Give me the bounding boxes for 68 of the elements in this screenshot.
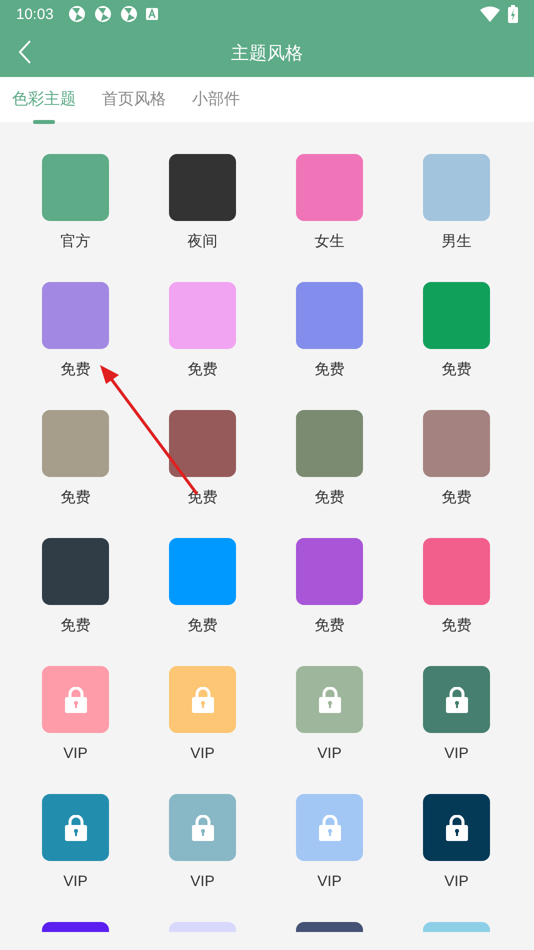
theme-label: 免费: [442, 489, 472, 507]
color-swatch[interactable]: [423, 794, 490, 861]
color-swatch[interactable]: [296, 794, 363, 861]
theme-label: 免费: [314, 617, 344, 635]
color-swatch[interactable]: [42, 410, 109, 477]
lock-icon: [190, 686, 214, 712]
color-swatch[interactable]: [296, 666, 363, 733]
color-swatch[interactable]: [42, 154, 109, 221]
color-swatch[interactable]: [169, 282, 236, 349]
tab[interactable]: 首页风格: [102, 83, 166, 116]
theme-label: VIP: [63, 873, 88, 891]
theme-label: VIP: [444, 873, 469, 891]
color-swatch[interactable]: [169, 666, 236, 733]
color-swatch[interactable]: [423, 282, 490, 349]
aperture-icon: [68, 5, 86, 23]
theme-label: 免费: [60, 361, 90, 379]
color-swatch[interactable]: [42, 538, 109, 605]
aperture-icon: [120, 5, 138, 23]
theme-label: 免费: [314, 489, 344, 507]
aperture-icon: [94, 5, 112, 23]
lock-icon: [444, 686, 468, 712]
lock-icon: [444, 814, 468, 840]
theme-label: 免费: [60, 489, 90, 507]
lock-icon: [64, 686, 88, 712]
color-swatch[interactable]: [169, 794, 236, 861]
color-swatch[interactable]: [423, 154, 490, 221]
color-swatch[interactable]: [296, 282, 363, 349]
color-swatch[interactable]: [169, 410, 236, 477]
color-swatch[interactable]: [423, 666, 490, 733]
lock-icon: [190, 814, 214, 840]
tab[interactable]: 小部件: [192, 83, 240, 116]
color-swatch[interactable]: [423, 538, 490, 605]
color-swatch[interactable]: [423, 410, 490, 477]
lock-icon: [64, 814, 88, 840]
theme-label: 免费: [314, 361, 344, 379]
color-swatch[interactable]: [42, 282, 109, 349]
theme-label: 女生: [314, 233, 344, 251]
color-swatch[interactable]: [42, 666, 109, 733]
tab[interactable]: 色彩主题: [12, 83, 76, 116]
theme-label: VIP: [63, 745, 88, 763]
lock-icon: [318, 814, 342, 840]
theme-label: 男生: [442, 233, 472, 251]
back-icon[interactable]: [18, 40, 32, 64]
battery-icon: [508, 5, 518, 23]
tab-indicator: [33, 120, 55, 124]
theme-label: VIP: [190, 873, 215, 891]
wifi-icon: [480, 6, 500, 22]
theme-label: VIP: [317, 745, 342, 763]
theme-label: 免费: [188, 617, 218, 635]
color-swatch[interactable]: [169, 154, 236, 221]
theme-label: 免费: [188, 361, 218, 379]
theme-label: 免费: [60, 617, 90, 635]
color-swatch[interactable]: [296, 154, 363, 221]
theme-label: VIP: [190, 745, 215, 763]
color-swatch[interactable]: [296, 538, 363, 605]
color-swatch[interactable]: [42, 794, 109, 861]
theme-label: 夜间: [188, 233, 218, 251]
color-swatch[interactable]: [169, 538, 236, 605]
theme-label: VIP: [444, 745, 469, 763]
color-swatch[interactable]: [296, 410, 363, 477]
keyboard-icon: [146, 8, 158, 20]
theme-label: VIP: [317, 873, 342, 891]
theme-label: 免费: [442, 617, 472, 635]
lock-icon: [318, 686, 342, 712]
clock: 10:03: [16, 6, 54, 22]
theme-label: 免费: [442, 361, 472, 379]
theme-label: 官方: [60, 233, 90, 251]
page-title: 主题风格: [231, 42, 303, 64]
